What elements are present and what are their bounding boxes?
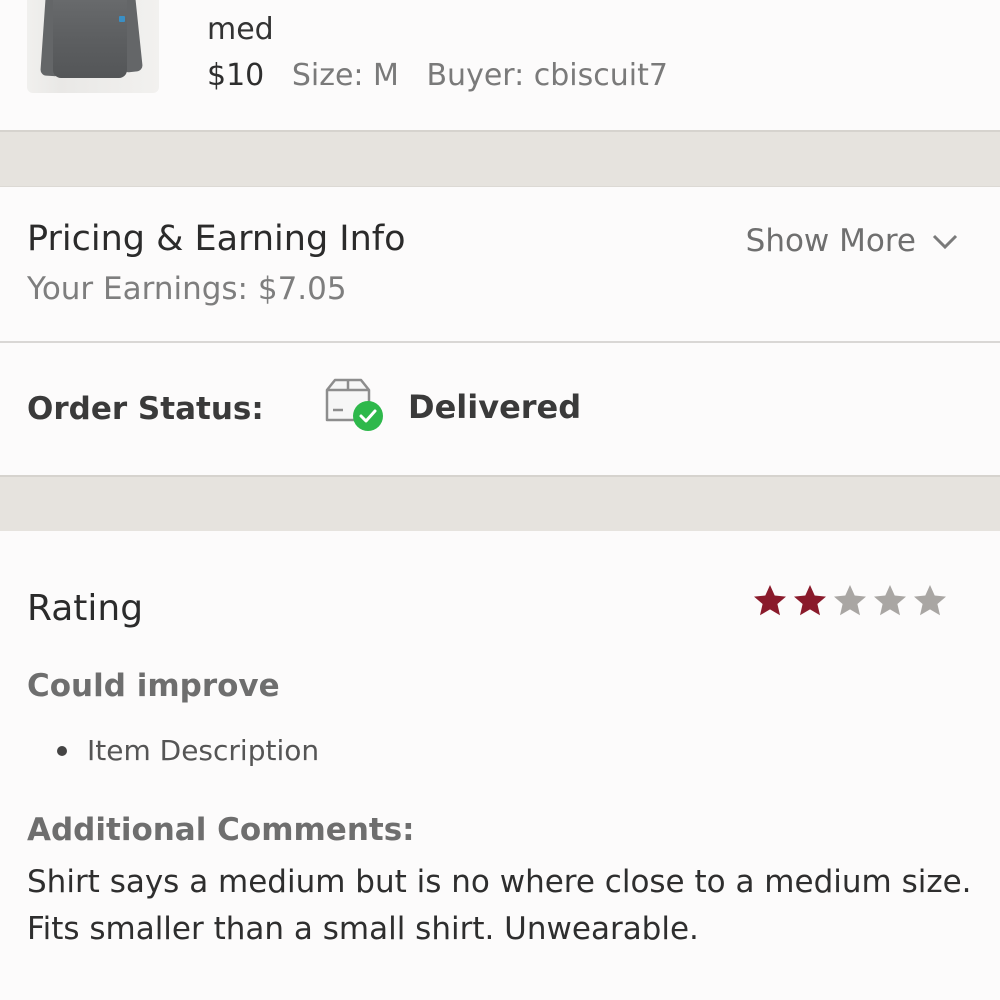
star-filled-icon	[754, 585, 786, 616]
show-more-button[interactable]: Show More	[746, 223, 960, 259]
show-more-label: Show More	[745, 223, 916, 259]
pricing-section: Pricing & Earning Info Your Earnings: $7…	[0, 187, 1000, 343]
rating-section: Rating Could improve Item Description Ad…	[0, 531, 1000, 1000]
item-thumbnail[interactable]	[27, 0, 159, 93]
could-improve-label: Could improve	[27, 668, 280, 704]
section-divider	[0, 130, 1000, 187]
chevron-down-icon	[932, 234, 958, 250]
bullet-icon	[57, 745, 67, 756]
item-size: Size: M	[291, 58, 399, 93]
order-detail-page: med $10 Size: M Buyer: cbiscuit7 Pricing…	[0, 0, 1000, 1000]
section-divider	[0, 475, 1000, 532]
item-buyer: Buyer: cbiscuit7	[426, 58, 668, 93]
improve-list: Item Description	[57, 734, 319, 767]
star-rating	[752, 583, 948, 619]
order-status-label: Order Status:	[27, 391, 264, 427]
star-empty-icon	[914, 585, 946, 616]
star-empty-icon	[834, 585, 866, 616]
star-filled-icon	[794, 585, 826, 616]
list-item: Item Description	[57, 734, 319, 767]
order-status-value: Delivered	[408, 388, 582, 426]
item-meta: $10 Size: M Buyer: cbiscuit7	[207, 58, 668, 93]
comments-text: Shirt says a medium but is no where clos…	[27, 864, 972, 947]
rating-title: Rating	[27, 588, 144, 629]
improve-item-label: Item Description	[87, 734, 320, 767]
order-status-section: Order Status: Delivered	[0, 343, 1000, 475]
earnings-value: Your Earnings: $7.05	[27, 271, 347, 307]
package-delivered-icon	[325, 378, 383, 431]
item-price: $10	[207, 58, 265, 93]
item-title: med	[207, 12, 274, 47]
pricing-title: Pricing & Earning Info	[27, 219, 406, 259]
item-summary[interactable]: med $10 Size: M Buyer: cbiscuit7	[0, 0, 1000, 131]
star-empty-icon	[874, 585, 906, 616]
comments-label: Additional Comments:	[27, 812, 415, 848]
